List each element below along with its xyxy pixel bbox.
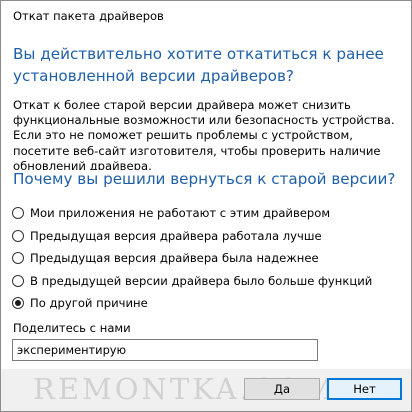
radio-button[interactable]	[12, 207, 24, 220]
reason-option-label: Предыдущая версия драйвера была надежнее	[30, 251, 319, 266]
reason-heading: Почему вы решили вернуться к старой верс…	[13, 170, 396, 188]
dialog-footer: REMONTKA.COM Да Нет	[1, 369, 411, 411]
no-button[interactable]: Нет	[327, 378, 402, 400]
share-input[interactable]	[12, 339, 318, 361]
radio-button[interactable]	[12, 274, 24, 287]
reason-option-other[interactable]: По другой причине	[12, 292, 407, 315]
rollback-dialog: Откат пакета драйверов Вы действительно …	[0, 0, 412, 412]
reason-option-worked-better[interactable]: Предыдущая версия драйвера работала лучш…	[12, 225, 407, 248]
reason-option-label: Мои приложения не работают с этим драйве…	[30, 206, 331, 221]
share-label: Поделитесь с нами	[13, 321, 131, 335]
reason-option-more-reliable[interactable]: Предыдущая версия драйвера была надежнее	[12, 247, 407, 270]
radio-button[interactable]	[12, 229, 24, 242]
rollback-description: Откат к более старой версии драйвера мож…	[13, 98, 395, 170]
reason-option-more-features[interactable]: В предыдущей версии драйвера было больше…	[12, 270, 407, 293]
radio-button-selected[interactable]	[12, 297, 24, 310]
reason-options: Мои приложения не работают с этим драйве…	[12, 202, 407, 315]
reason-option-label: Предыдущая версия драйвера работала лучш…	[30, 228, 322, 243]
reason-option-label: В предыдущей версии драйвера было больше…	[30, 273, 373, 288]
reason-option-apps-not-working[interactable]: Мои приложения не работают с этим драйве…	[12, 202, 407, 225]
title-bar: Откат пакета драйверов	[1, 1, 411, 31]
reason-option-label: По другой причине	[30, 296, 148, 311]
confirm-question: Вы действительно хотите откатиться к ран…	[13, 45, 384, 85]
window-title: Откат пакета драйверов	[13, 9, 164, 23]
yes-button[interactable]: Да	[244, 378, 320, 400]
radio-button[interactable]	[12, 252, 24, 265]
